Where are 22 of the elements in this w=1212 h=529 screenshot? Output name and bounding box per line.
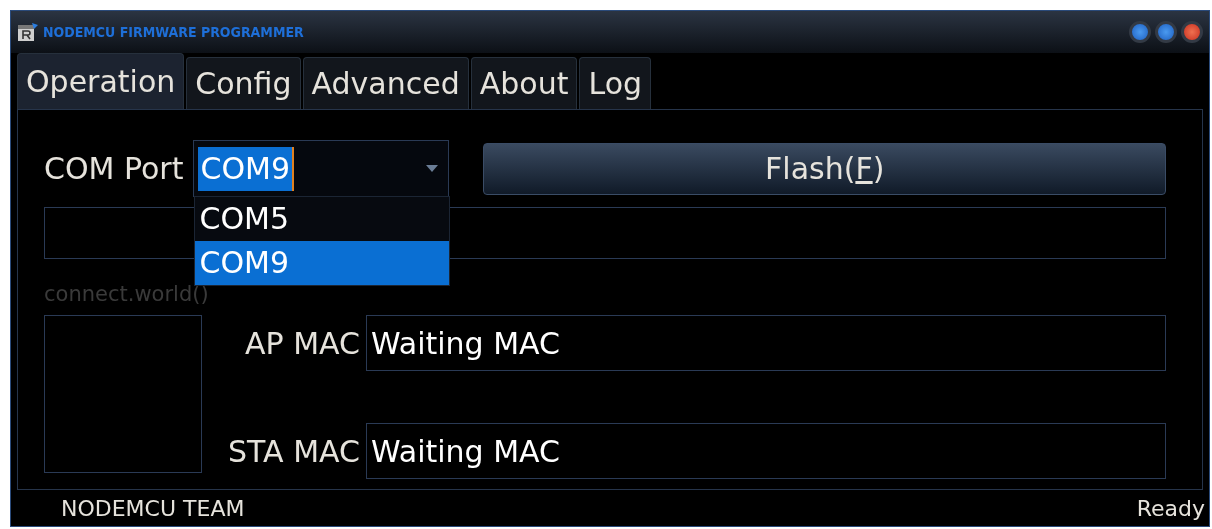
app-logo-icon — [17, 22, 39, 42]
tab[interactable]: Advanced — [302, 57, 469, 109]
mac-field[interactable]: Waiting MAC — [366, 423, 1166, 479]
status-text: NODEMCU TEAM — [61, 494, 245, 523]
maximize-button[interactable] — [1155, 21, 1177, 43]
caret-icon — [426, 165, 439, 172]
dropdown-option[interactable]: COM5 — [195, 197, 450, 241]
com-port-label: COM Port — [44, 150, 184, 188]
tab[interactable]: Log — [579, 57, 652, 109]
tab[interactable]: Operation — [17, 53, 185, 109]
tab[interactable]: Config — [186, 57, 301, 109]
tab[interactable]: About — [470, 57, 578, 109]
mac-field[interactable]: Waiting MAC — [366, 315, 1166, 371]
mac-label: AP MAC — [244, 324, 360, 363]
window-title: NODEMCU FIRMWARE PROGRAMMER — [43, 22, 304, 42]
mac-label: STA MAC — [227, 432, 360, 471]
connect-label: connect.world() — [44, 283, 210, 305]
dropdown-option[interactable]: COM9 — [195, 241, 450, 285]
close-button[interactable] — [1181, 21, 1203, 43]
minimize-button[interactable] — [1129, 21, 1151, 43]
status-ready: Ready — [1136, 494, 1205, 523]
flash-button[interactable]: Flash(F) — [483, 142, 1166, 195]
